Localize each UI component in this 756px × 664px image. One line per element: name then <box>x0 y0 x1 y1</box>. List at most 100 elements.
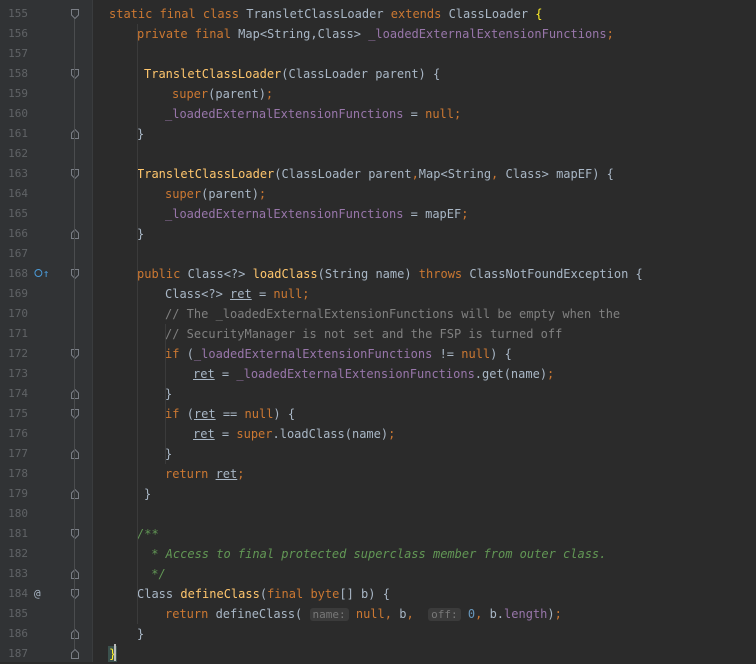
line-number[interactable]: 169 <box>0 284 28 304</box>
code-line[interactable]: 161} <box>0 124 756 144</box>
code-line[interactable]: 160 _loadedExternalExtensionFunctions = n… <box>0 104 756 124</box>
code-line[interactable]: 167 <box>0 244 756 264</box>
line-text[interactable]: Class defineClass(final byte[] b) { <box>137 584 390 604</box>
line-number[interactable]: 161 <box>0 124 28 144</box>
line-text[interactable]: */ <box>144 564 165 584</box>
code-line[interactable]: 177} <box>0 444 756 464</box>
line-text[interactable]: super(parent); <box>165 184 266 204</box>
line-text[interactable]: * Access to final protected superclass m… <box>144 544 606 564</box>
line-text[interactable]: static final class TransletClassLoader e… <box>109 4 543 24</box>
line-number[interactable]: 155 <box>0 4 28 24</box>
annotation-icon[interactable]: @ <box>34 584 58 604</box>
line-number[interactable]: 162 <box>0 144 28 164</box>
line-text[interactable]: public Class<?> loadClass(String name) t… <box>137 264 643 284</box>
line-text[interactable]: return defineClass( name: null, b, off: … <box>165 604 562 625</box>
fold-end-icon[interactable] <box>71 649 79 659</box>
line-text[interactable]: ret = _loadedExternalExtensionFunctions.… <box>193 364 554 384</box>
code-line[interactable]: 159 super(parent); <box>0 84 756 104</box>
line-number[interactable]: 164 <box>0 184 28 204</box>
line-number[interactable]: 166 <box>0 224 28 244</box>
line-text[interactable]: ret = super.loadClass(name); <box>193 424 395 444</box>
line-number[interactable]: 173 <box>0 364 28 384</box>
code-line[interactable]: 170 // The _loadedExternalExtensionFuncti… <box>0 304 756 324</box>
override-method-icon[interactable]: ⭘↑ <box>34 264 58 284</box>
line-text[interactable]: TransletClassLoader(ClassLoader parent) … <box>144 64 440 84</box>
line-number[interactable]: 160 <box>0 104 28 124</box>
line-text[interactable]: _loadedExternalExtensionFunctions = null… <box>165 104 461 124</box>
keyword-token: super <box>236 427 273 441</box>
line-number[interactable]: 171 <box>0 324 28 344</box>
code-line[interactable]: 155 static final class TransletClassLoade… <box>0 4 756 24</box>
code-line[interactable]: 173 ret = _loadedExternalExtensionFunctio… <box>0 364 756 384</box>
code-line[interactable]: 181 /** <box>0 524 756 544</box>
line-number[interactable]: 168 <box>0 264 28 284</box>
line-text[interactable]: } <box>144 484 151 504</box>
code-line[interactable]: 156 private final Map<String,Class> _load… <box>0 24 756 44</box>
line-number[interactable]: 185 <box>0 604 28 624</box>
line-text[interactable]: if (ret == null) { <box>165 404 295 424</box>
code-line[interactable]: 179} <box>0 484 756 504</box>
line-number[interactable]: 157 <box>0 44 28 64</box>
line-number[interactable]: 184 <box>0 584 28 604</box>
doc-comment-token: * Access to final protected superclass m… <box>144 547 607 561</box>
code-line[interactable]: 158 TransletClassLoader(ClassLoader paren… <box>0 64 756 84</box>
code-line[interactable]: 166} <box>0 224 756 244</box>
fold-start-icon[interactable] <box>71 9 79 19</box>
code-line[interactable]: 157 <box>0 44 756 64</box>
line-number[interactable]: 186 <box>0 624 28 644</box>
line-text[interactable]: Class<?> ret = null; <box>165 284 310 304</box>
line-number[interactable]: 174 <box>0 384 28 404</box>
line-number[interactable]: 180 <box>0 504 28 524</box>
line-number[interactable]: 183 <box>0 564 28 584</box>
line-number[interactable]: 181 <box>0 524 28 544</box>
code-editor[interactable]: 155 static final class TransletClassLoade… <box>0 0 756 662</box>
code-line[interactable]: 165 _loadedExternalExtensionFunctions = m… <box>0 204 756 224</box>
code-line[interactable]: 169 Class<?> ret = null; <box>0 284 756 304</box>
code-line[interactable]: 168 ⭘↑ public Class<?> loadClass(String na… <box>0 264 756 284</box>
line-text[interactable]: TransletClassLoader(ClassLoader parent,M… <box>137 164 614 184</box>
code-line[interactable]: 180 <box>0 504 756 524</box>
code-line[interactable]: 172 if (_loadedExternalExtensionFunctions… <box>0 344 756 364</box>
line-number[interactable]: 176 <box>0 424 28 444</box>
line-number[interactable]: 156 <box>0 24 28 44</box>
line-text[interactable]: if (_loadedExternalExtensionFunctions !=… <box>165 344 512 364</box>
line-number[interactable]: 158 <box>0 64 28 84</box>
line-number[interactable]: 167 <box>0 244 28 264</box>
line-number[interactable]: 175 <box>0 404 28 424</box>
line-number[interactable]: 159 <box>0 84 28 104</box>
line-number[interactable]: 165 <box>0 204 28 224</box>
line-text[interactable]: } <box>165 444 172 464</box>
code-line[interactable]: 184 @ Class defineClass(final byte[] b) { <box>0 584 756 604</box>
line-text[interactable]: } <box>137 224 144 244</box>
line-text[interactable]: // The _loadedExternalExtensionFunctions… <box>165 304 620 324</box>
code-line[interactable]: 186} <box>0 624 756 644</box>
code-line[interactable]: 171 // SecurityManager is not set and the… <box>0 324 756 344</box>
line-number[interactable]: 170 <box>0 304 28 324</box>
line-number[interactable]: 172 <box>0 344 28 364</box>
code-line[interactable]: 182 * Access to final protected supercla… <box>0 544 756 564</box>
line-text[interactable]: super(parent); <box>172 84 273 104</box>
line-number[interactable]: 178 <box>0 464 28 484</box>
code-line[interactable]: 162 <box>0 144 756 164</box>
line-number[interactable]: 182 <box>0 544 28 564</box>
code-line[interactable]: 174} <box>0 384 756 404</box>
line-text[interactable]: } <box>137 624 144 644</box>
line-number[interactable]: 187 <box>0 644 28 664</box>
line-text[interactable]: private final Map<String,Class> _loadedE… <box>137 24 614 44</box>
code-line[interactable]: 164 super(parent); <box>0 184 756 204</box>
line-text[interactable]: } <box>165 384 172 404</box>
code-line[interactable]: 176 ret = super.loadClass(name); <box>0 424 756 444</box>
code-line[interactable]: 178 return ret; <box>0 464 756 484</box>
line-number[interactable]: 177 <box>0 444 28 464</box>
line-text[interactable]: return ret; <box>165 464 245 484</box>
line-number[interactable]: 179 <box>0 484 28 504</box>
line-text[interactable]: /** <box>137 524 159 544</box>
line-text[interactable]: // SecurityManager is not set and the FS… <box>165 324 562 344</box>
code-line[interactable]: 163 TransletClassLoader(ClassLoader paren… <box>0 164 756 184</box>
line-text[interactable]: _loadedExternalExtensionFunctions = mapE… <box>165 204 468 224</box>
code-line[interactable]: 183 */ <box>0 564 756 584</box>
code-line[interactable]: 185 return defineClass( name: null, b, of… <box>0 604 756 624</box>
line-text[interactable]: } <box>137 124 144 144</box>
code-line[interactable]: 175 if (ret == null) { <box>0 404 756 424</box>
line-number[interactable]: 163 <box>0 164 28 184</box>
